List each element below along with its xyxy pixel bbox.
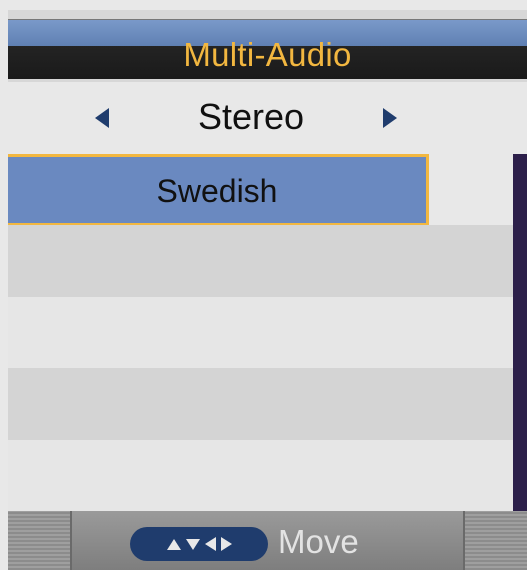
scrollbar[interactable] (513, 154, 527, 511)
audio-language-list: Swedish (8, 154, 513, 512)
navigation-keys-hint (130, 527, 268, 561)
footer-edge-right (463, 511, 527, 570)
triangle-down-icon (185, 538, 200, 550)
page-title: Multi-Audio (183, 36, 352, 73)
triangle-left-icon (204, 537, 216, 551)
list-item-selected[interactable]: Swedish (8, 154, 429, 226)
title-bar: Multi-Audio (8, 10, 527, 82)
audio-mode-selector[interactable]: Stereo (8, 82, 527, 154)
move-hint-label: Move (278, 523, 359, 560)
list-item[interactable] (8, 297, 513, 369)
list-item[interactable] (8, 368, 513, 440)
triangle-up-icon (166, 538, 181, 550)
list-item[interactable] (8, 440, 513, 512)
triangle-right-icon (220, 537, 232, 551)
footer-edge-left (8, 511, 72, 570)
audio-mode-value: Stereo (197, 96, 305, 137)
list-item-label: Swedish (156, 173, 278, 209)
title-bar-panel: Multi-Audio (8, 19, 527, 79)
footer-bar: Move (8, 511, 527, 570)
list-item[interactable] (8, 225, 513, 297)
next-mode-icon[interactable] (383, 108, 397, 128)
